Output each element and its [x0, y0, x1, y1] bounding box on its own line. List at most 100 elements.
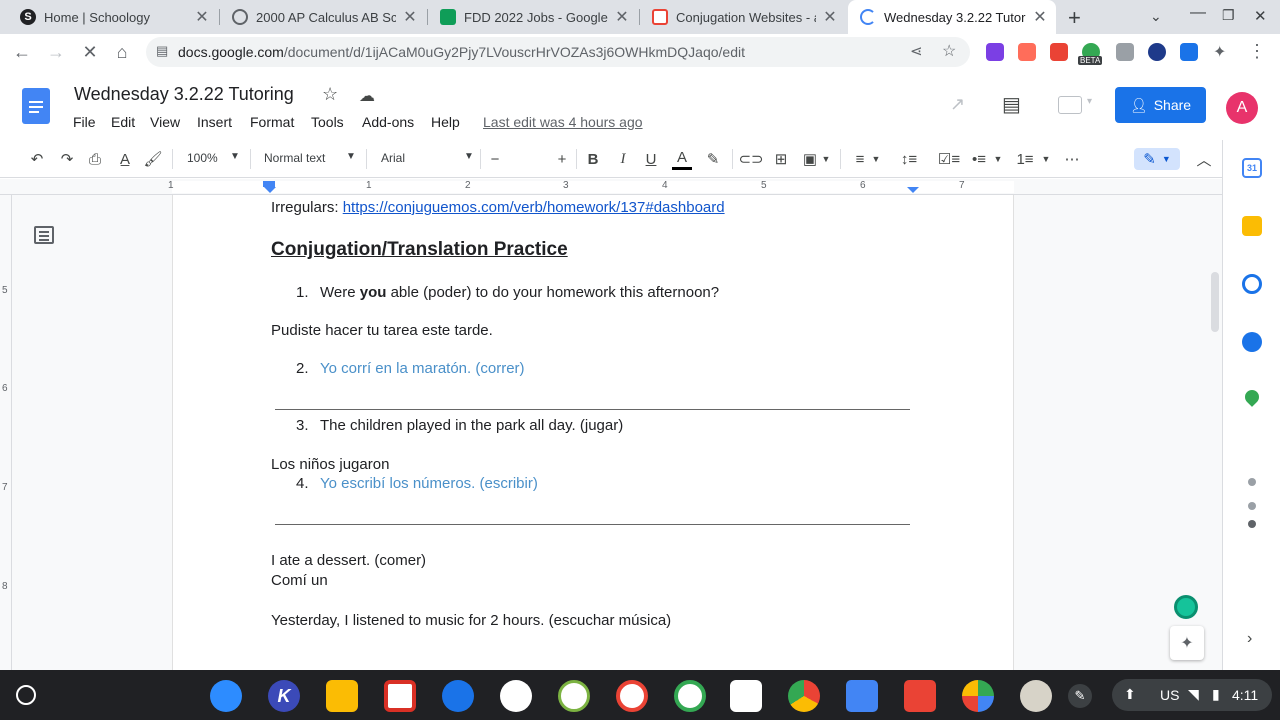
tab-fdd-jobs[interactable]: FDD 2022 Jobs - Google S ✕ [428, 0, 638, 34]
office-app-icon[interactable] [384, 680, 416, 712]
extension-icon[interactable] [1148, 43, 1166, 61]
irregulars-link[interactable]: https://conjuguemos.com/verb/homework/13… [343, 199, 725, 216]
bookmark-star-icon[interactable]: ☆ [942, 41, 956, 61]
tab-schoology[interactable]: S Home | Schoology ✕ [8, 0, 218, 34]
share-button[interactable]: 👤︎ Share [1115, 87, 1206, 123]
right-indent-marker-icon[interactable] [907, 187, 919, 193]
stop-loading-icon[interactable]: ✕ [76, 38, 104, 66]
last-edit-link[interactable]: Last edit was 4 hours ago [483, 114, 643, 130]
chevron-down-icon[interactable]: ▼ [230, 151, 240, 162]
chevron-down-icon[interactable]: ▼ [992, 148, 1004, 170]
extension-icon[interactable] [986, 43, 1004, 61]
forward-arrow-icon[interactable]: → [42, 38, 70, 66]
tab-wednesday-tutoring[interactable]: Wednesday 3.2.22 Tutorin ✕ [848, 0, 1056, 34]
chevron-down-icon[interactable]: ▼ [1040, 148, 1052, 170]
explore-icon[interactable]: ✦ [1170, 626, 1204, 660]
extension-icon[interactable] [1116, 43, 1134, 61]
insert-image-icon[interactable]: ▣ [800, 148, 820, 170]
redo-icon[interactable]: ↷ [56, 148, 78, 170]
menu-insert[interactable]: Insert [197, 114, 232, 130]
menu-edit[interactable]: Edit [111, 114, 135, 130]
gmail-app-icon[interactable] [616, 680, 648, 712]
more-menu-icon[interactable]: ⋮ [1248, 41, 1266, 62]
numbered-list-icon[interactable]: 1≡ [1014, 148, 1036, 170]
share-link-icon[interactable]: ⋖ [910, 42, 923, 60]
unknown-app-icon[interactable] [1020, 680, 1052, 712]
docs-logo-icon[interactable] [22, 88, 50, 124]
text-color-button[interactable]: A [672, 148, 692, 170]
paint-format-icon[interactable]: 🖌︎ [142, 148, 164, 170]
style-select[interactable]: Normal text [264, 151, 325, 165]
collapse-menus-icon[interactable]: ︿ [1194, 148, 1214, 170]
editing-mode-button[interactable]: ✎ ▼ [1134, 148, 1180, 170]
minimize-icon[interactable]: — [1190, 4, 1206, 22]
status-tray[interactable]: ⬆ US ◥ ▮ 4:11 [1112, 679, 1272, 711]
chevron-down-icon[interactable]: ▼ [820, 148, 832, 170]
star-icon[interactable]: ☆ [322, 84, 338, 105]
avatar[interactable]: A [1226, 92, 1258, 124]
maps-icon[interactable] [1242, 387, 1262, 407]
comments-icon[interactable]: ▤ [1002, 92, 1021, 117]
close-icon[interactable]: ✕ [614, 7, 630, 27]
undo-icon[interactable]: ↶ [26, 148, 48, 170]
contacts-icon[interactable] [1242, 332, 1262, 352]
present-icon[interactable] [1058, 96, 1082, 114]
spellcheck-icon[interactable]: A̲ [114, 148, 136, 170]
italic-button[interactable]: I [614, 148, 632, 170]
ck12-app-icon[interactable] [558, 680, 590, 712]
zoom-app-icon[interactable] [210, 680, 242, 712]
expand-panel-chevron-icon[interactable]: › [1247, 630, 1252, 648]
menu-format[interactable]: Format [250, 114, 294, 130]
print-icon[interactable]: ⎙ [84, 148, 106, 170]
scrollbar-thumb[interactable] [1211, 272, 1219, 332]
menu-add-ons[interactable]: Add-ons [362, 114, 414, 130]
address-bar[interactable]: ▤ docs.google.com/document/d/1ijACaM0uGy… [146, 37, 970, 67]
zoom-select[interactable]: 100% [187, 151, 218, 165]
tasks-icon[interactable] [1242, 274, 1262, 294]
extension-icon[interactable] [1180, 43, 1198, 61]
close-window-icon[interactable]: ✕ [1254, 7, 1267, 25]
align-left-icon[interactable]: ≡ [850, 148, 870, 170]
menu-help[interactable]: Help [431, 114, 460, 130]
calendar-icon[interactable]: 31 [1242, 158, 1262, 178]
launcher-icon[interactable] [16, 685, 36, 705]
underline-button[interactable]: U [642, 148, 660, 170]
home-icon[interactable]: ⌂ [108, 38, 136, 66]
activity-trend-icon[interactable]: ↗ [950, 94, 965, 115]
kami-app-icon[interactable]: K [268, 680, 300, 712]
camera-app-icon[interactable] [442, 680, 474, 712]
tab-search-chevron-icon[interactable]: ⌄ [1150, 8, 1162, 25]
voice-recorder-app-icon[interactable] [730, 680, 762, 712]
stylus-icon[interactable]: ✎ [1068, 684, 1092, 708]
highlight-icon[interactable]: ✎ [703, 148, 723, 170]
decrease-font-size-icon[interactable]: − [486, 148, 504, 170]
new-tab-button[interactable]: + [1068, 5, 1081, 31]
tab-calculus[interactable]: 2000 AP Calculus AB Scor ✕ [220, 0, 426, 34]
grammarly-icon[interactable] [1174, 595, 1198, 619]
pdf-app-icon[interactable] [904, 680, 936, 712]
keep-icon[interactable] [1242, 216, 1262, 236]
line-spacing-icon[interactable]: ↕≡ [898, 148, 920, 170]
left-indent-marker-icon[interactable] [264, 187, 276, 193]
docs-app-icon[interactable] [846, 680, 878, 712]
back-arrow-icon[interactable]: ← [8, 38, 36, 66]
menu-file[interactable]: File [73, 114, 96, 130]
close-icon[interactable]: ✕ [194, 7, 210, 27]
chevron-down-icon[interactable]: ▼ [870, 148, 882, 170]
site-info-icon[interactable]: ▤ [156, 43, 168, 59]
link-icon[interactable]: ⊂⊃ [738, 148, 763, 170]
more-options-icon[interactable]: ⋯ [1062, 148, 1082, 170]
screencast-app-icon[interactable] [500, 680, 532, 712]
cloud-status-icon[interactable]: ☁ [359, 86, 375, 106]
document-outline-icon[interactable] [34, 226, 54, 244]
tab-conjugation[interactable]: Conjugation Websites - alc ✕ [640, 0, 846, 34]
menu-view[interactable]: View [150, 114, 180, 130]
font-select[interactable]: Arial [381, 151, 405, 165]
url-text[interactable]: docs.google.com/document/d/1ijACaM0uGy2P… [178, 44, 745, 60]
restore-icon[interactable]: ❐ [1222, 7, 1235, 24]
close-icon[interactable]: ✕ [1032, 7, 1048, 27]
close-icon[interactable]: ✕ [822, 7, 838, 27]
checklist-icon[interactable]: ☑≡ [938, 148, 960, 170]
increase-font-size-icon[interactable]: + [553, 148, 571, 170]
puzzle-extensions-icon[interactable]: ✦ [1213, 42, 1226, 62]
